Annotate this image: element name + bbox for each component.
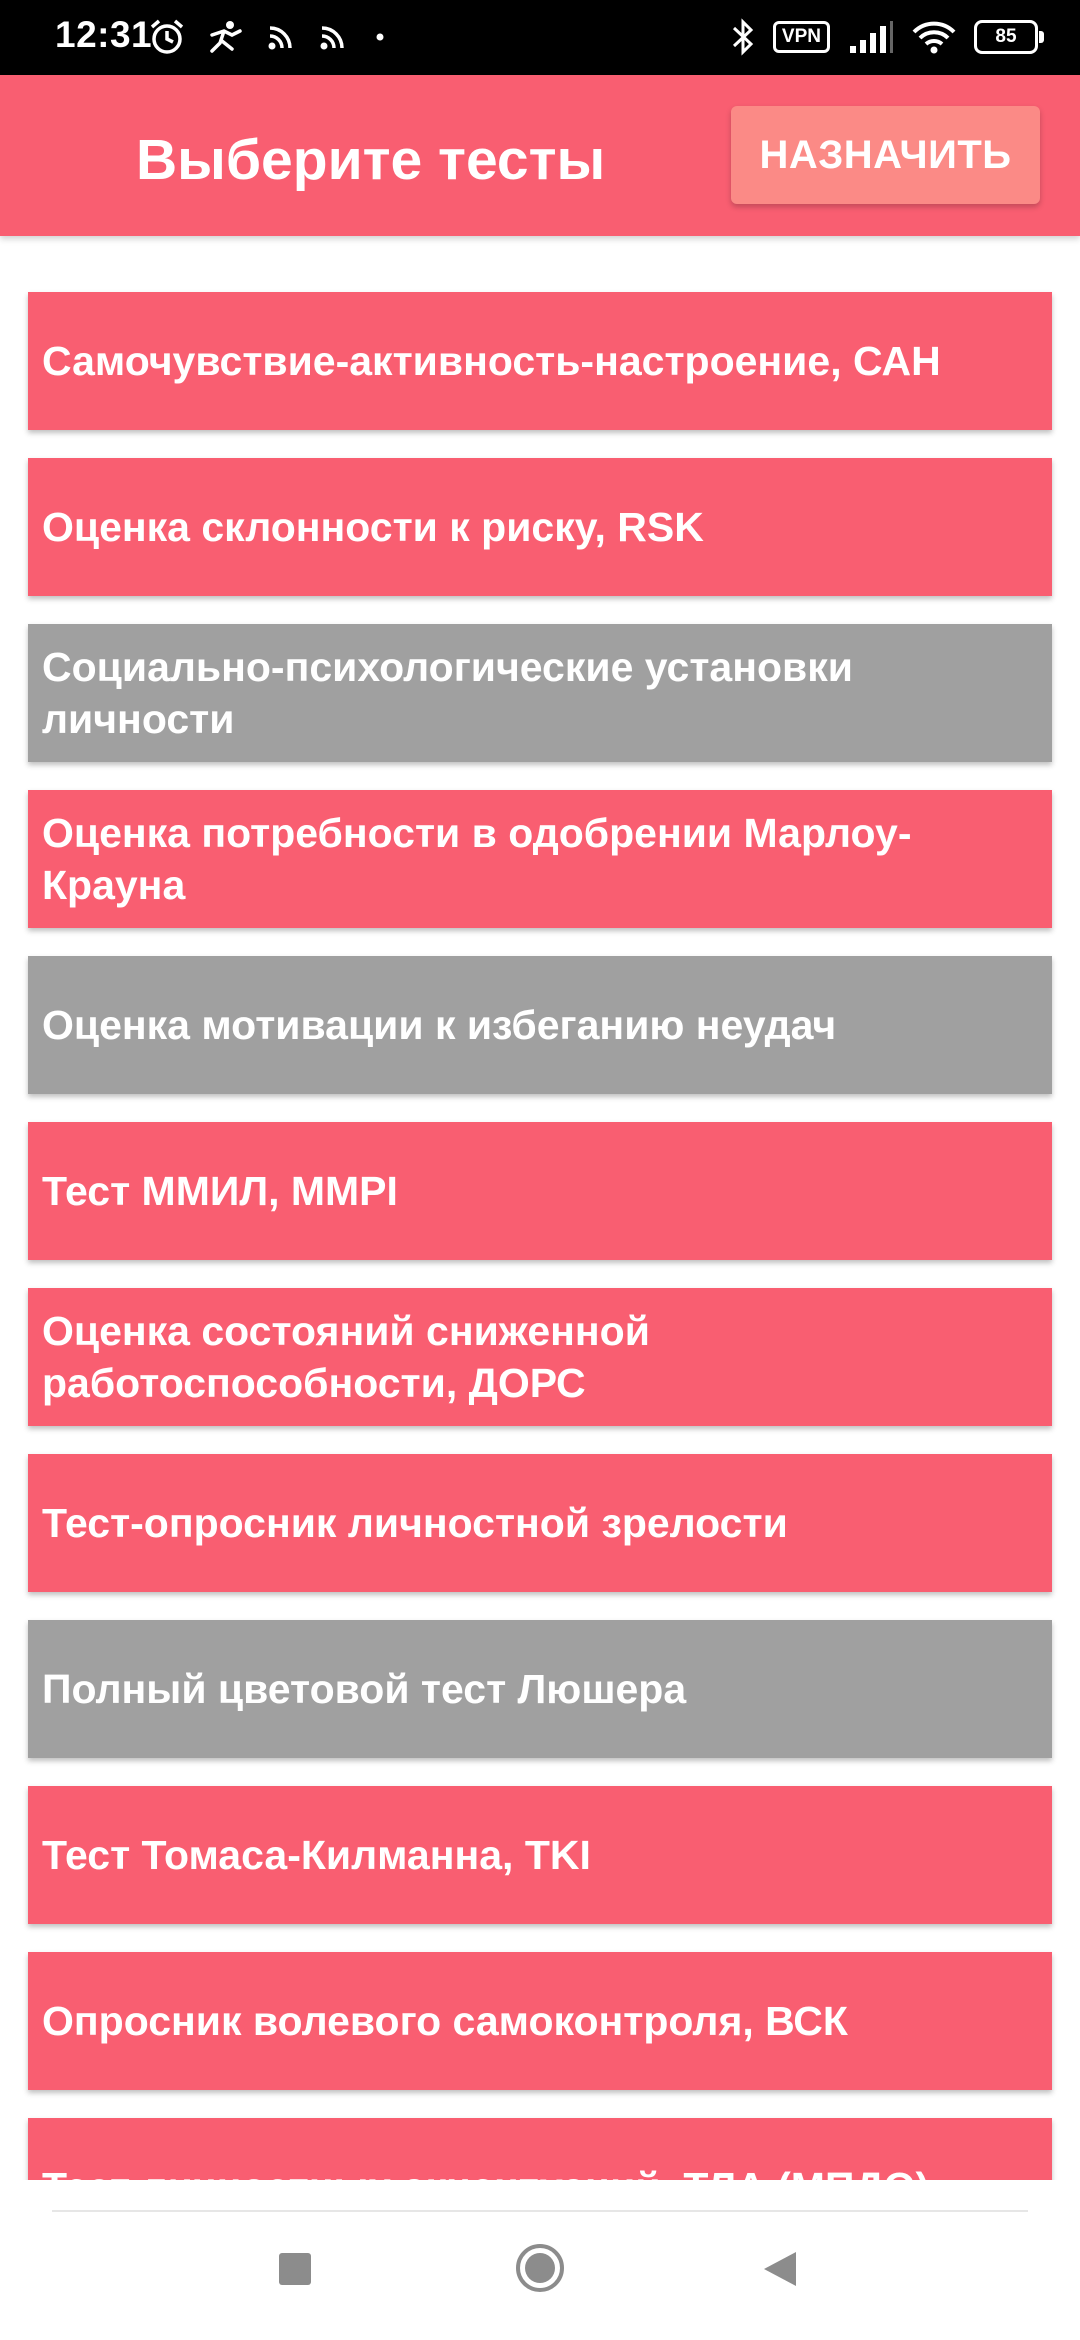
back-triangle-icon[interactable]: [762, 2250, 798, 2293]
status-right-icons: VPN 85: [731, 14, 1044, 60]
dot-icon: [370, 27, 390, 47]
test-item-label: Социально-психологические установки личн…: [42, 644, 853, 742]
status-left-icons: [148, 14, 390, 60]
test-list[interactable]: Самочувствие-активность-настроение, САН О…: [0, 236, 1080, 2180]
status-time: 12:31: [55, 14, 153, 55]
system-nav-bar: [0, 2180, 1080, 2340]
home-circle-icon[interactable]: [514, 2242, 566, 2299]
assign-button[interactable]: НАЗНАЧИТЬ: [731, 106, 1040, 204]
test-item-label: Полный цветовой тест Люшера: [42, 1666, 687, 1712]
test-item[interactable]: Оценка склонности к риску, RSK: [28, 458, 1052, 596]
alarm-icon: [148, 18, 186, 56]
test-item[interactable]: Опросник волевого самоконтроля, ВСК: [28, 1952, 1052, 2090]
battery-icon: 85: [974, 20, 1044, 54]
test-item-label: Оценка состояний сниженной работоспособн…: [42, 1308, 650, 1406]
recents-square-icon[interactable]: [278, 2252, 312, 2291]
test-item[interactable]: Оценка состояний сниженной работоспособн…: [28, 1288, 1052, 1426]
test-item-label: Тест личностных акцентуаций, ТЛА (МПДО): [42, 2161, 929, 2180]
vpn-icon: VPN: [772, 21, 830, 53]
test-item[interactable]: Тест ММИЛ, MMPI: [28, 1122, 1052, 1260]
test-item-label: Оценка склонности к риску, RSK: [42, 504, 704, 550]
activity-icon: [208, 19, 244, 55]
test-item[interactable]: Тест-опросник личностной зрелости: [28, 1454, 1052, 1592]
test-item-label: Тест-опросник личностной зрелости: [42, 1500, 788, 1546]
signal-icon: [848, 20, 894, 54]
cast-icon: [318, 22, 348, 52]
test-item[interactable]: Тест личностных акцентуаций, ТЛА (МПДО): [28, 2118, 1052, 2180]
test-item-label: Самочувствие-активность-настроение, САН: [42, 338, 941, 384]
test-item-label: Тест Томаса-Килманна, TKI: [42, 1832, 591, 1878]
bluetooth-icon: [731, 18, 755, 56]
cast-icon: [266, 22, 296, 52]
test-item[interactable]: Оценка потребности в одобрении Марлоу-Кр…: [28, 790, 1052, 928]
test-list-content: Самочувствие-активность-настроение, САН О…: [0, 236, 1080, 2180]
test-item-label: Оценка мотивации к избеганию неудач: [42, 1002, 837, 1048]
test-item-label: Тест ММИЛ, MMPI: [42, 1168, 398, 1214]
page-title: Выберите тесты: [136, 128, 606, 192]
test-item-label: Опросник волевого самоконтроля, ВСК: [42, 1998, 848, 2044]
wifi-icon: [912, 20, 956, 54]
status-bar: 12:31 VPN 85: [0, 0, 1080, 75]
app-bar: Выберите тесты НАЗНАЧИТЬ: [0, 75, 1080, 236]
test-item-label: Оценка потребности в одобрении Марлоу-Кр…: [42, 810, 912, 908]
nav-divider: [52, 2210, 1028, 2212]
battery-level: 85: [995, 26, 1017, 47]
test-item[interactable]: Самочувствие-активность-настроение, САН: [28, 292, 1052, 430]
test-item[interactable]: Оценка мотивации к избеганию неудач: [28, 956, 1052, 1094]
test-item[interactable]: Тест Томаса-Килманна, TKI: [28, 1786, 1052, 1924]
test-item[interactable]: Социально-психологические установки личн…: [28, 624, 1052, 762]
test-item[interactable]: Полный цветовой тест Люшера: [28, 1620, 1052, 1758]
